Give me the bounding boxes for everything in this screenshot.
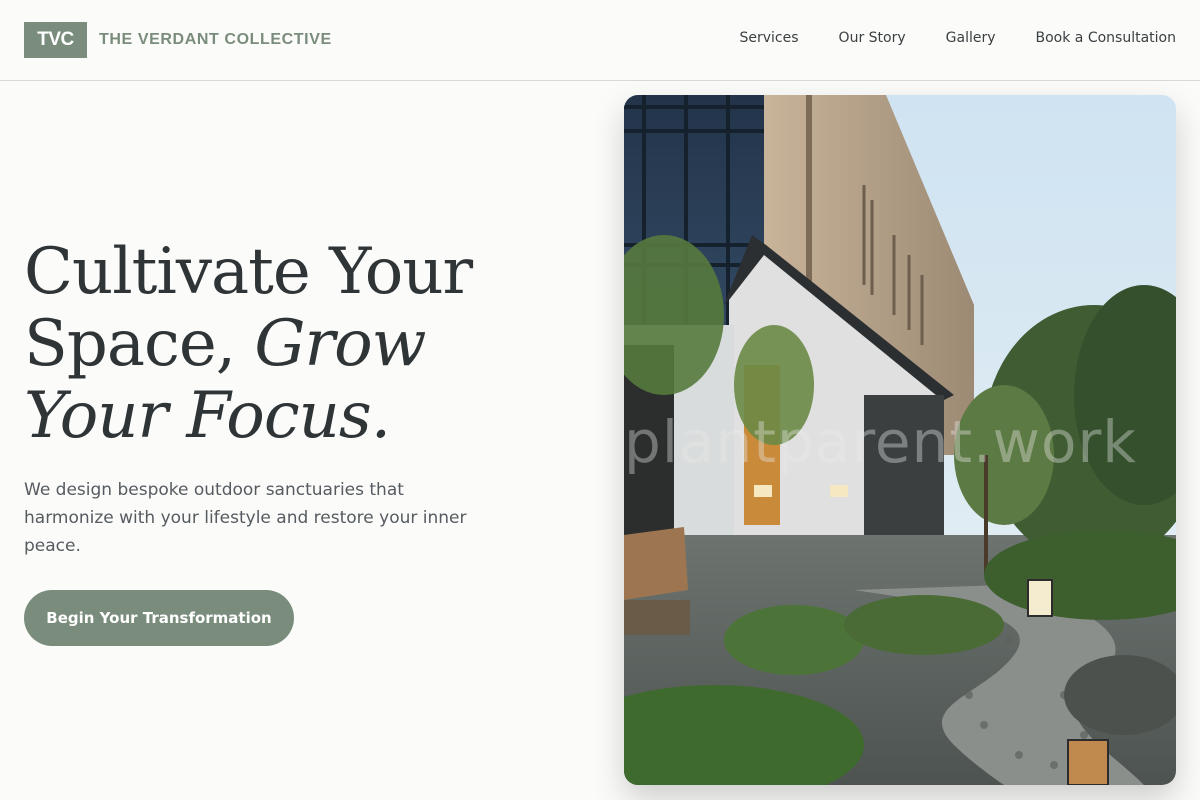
hero-title-text-2: Space, [24,307,255,381]
begin-transformation-button[interactable]: Begin Your Transformation [24,590,294,646]
nav-book-consultation-link[interactable]: Book a Consultation [1036,28,1176,48]
hero-title-line-3: Your Focus. [24,379,391,453]
hero-garden-image: plantparent.work [624,95,1176,785]
nav-services-link[interactable]: Services [740,28,799,48]
hero-title-italic-2: Grow [254,307,426,381]
hero-title-line-1: Cultivate Your [24,236,544,308]
site-header: TVC THE VERDANT COLLECTIVE Services Our … [0,0,1200,81]
hero-subtitle: We design bespoke outdoor sanctuaries th… [24,480,467,556]
nav-gallery-link[interactable]: Gallery [946,28,996,48]
garden-illustration [624,95,1176,785]
main-nav: Services Our Story Gallery Book a Consul… [740,28,1177,48]
nav-our-story-link[interactable]: Our Story [839,28,906,48]
hero-title: Cultivate Your Space, Grow Your Focus. [24,236,544,452]
logo-mark[interactable]: TVC [24,22,87,58]
hero-title-text-1: Cultivate Your [24,235,473,309]
brand-name[interactable]: THE VERDANT COLLECTIVE [99,30,332,50]
hero-title-line-2: Space, Grow [24,308,544,380]
